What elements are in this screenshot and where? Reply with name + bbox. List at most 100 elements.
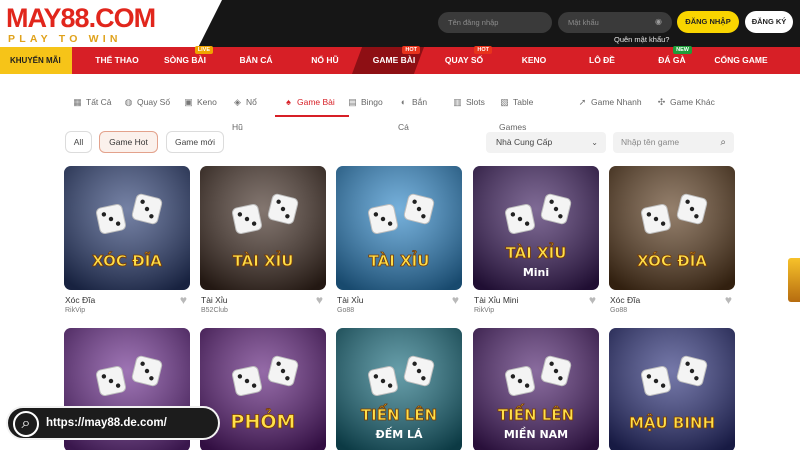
game-art-title: MẬU BINH [629, 412, 715, 432]
provider-select-label: Nhà Cung Cấp [496, 137, 553, 147]
category-tab[interactable]: ▦ Tất Cả [72, 90, 114, 117]
game-art-title: TIẾN LÊN [498, 403, 574, 424]
game-thumbnail[interactable]: XÓC ĐĨA [609, 166, 735, 290]
filter-chip[interactable]: Game Hot [99, 131, 158, 153]
category-tab[interactable]: ✣ Game Khác [656, 90, 716, 117]
nav-item[interactable]: CỔNG GAME [709, 47, 773, 74]
register-button[interactable]: ĐĂNG KÝ [745, 11, 793, 33]
fish-icon: ◐ [400, 97, 407, 107]
nav-badge: HOT [402, 46, 420, 54]
nav-item-label: CỔNG GAME [714, 55, 768, 65]
nav-item-label: SÒNG BÀI [163, 55, 207, 65]
url-text: https://may88.de.com/ [46, 417, 167, 429]
game-title: Tài Xỉu [201, 295, 228, 305]
category-tab[interactable]: ▤ Bingo [347, 90, 387, 117]
heart-icon[interactable]: ♥ [316, 293, 323, 307]
category-tab[interactable]: ◐ Bắn Cá [398, 90, 440, 132]
heart-icon[interactable]: ♥ [589, 293, 596, 307]
game-title: Xóc Đĩa [65, 295, 96, 305]
nav-item-promotions[interactable]: KHUYẾN MÃI [0, 47, 72, 74]
game-thumbnail[interactable]: PHỎM [200, 328, 326, 450]
game-art-title: XÓC ĐĨA [92, 251, 162, 270]
grid-icon: ▦ [73, 97, 82, 107]
provider-select[interactable]: Nhà Cung Cấp ⌄ [486, 132, 606, 153]
game-thumbnail[interactable]: TÀI XỈU [336, 166, 462, 290]
game-art-title: XÓC ĐĨA [637, 251, 707, 270]
game-card[interactable]: XÓC ĐĨA Xóc Đĩa Go88 ♥ [609, 166, 735, 314]
filter-chip[interactable]: All [65, 131, 92, 153]
nav-item[interactable]: GAME BÀI HOT [366, 46, 422, 74]
game-provider: RikVip [474, 307, 495, 314]
category-tab-label: Tất Cả [86, 97, 112, 107]
game-card[interactable]: XÓC ĐĨA Xóc Đĩa RikVip ♥ [64, 166, 190, 314]
game-provider: Go88 [337, 307, 355, 314]
heart-icon[interactable]: ♥ [180, 293, 187, 307]
game-thumbnail[interactable]: TIẾN LÊN ĐẾM LÁ [336, 328, 462, 450]
category-tab[interactable]: ➚ Game Nhanh [577, 90, 643, 117]
game-title: Xóc Đĩa [610, 295, 641, 305]
nav-item[interactable]: SÒNG BÀI LIVE [155, 46, 215, 74]
search-icon[interactable]: ⌕ [720, 132, 726, 153]
nav-item[interactable]: THỂ THAO [87, 47, 147, 74]
keno-icon: ▣ [184, 97, 193, 107]
game-thumbnail[interactable]: MẬU BINH [609, 328, 735, 450]
category-tab[interactable]: ◍ Quay Số [123, 90, 173, 117]
nav-item[interactable]: LÔ ĐỀ [578, 47, 626, 74]
category-tab-label: Game Bài [297, 97, 335, 107]
game-card[interactable]: TÀI XỈU Mini Tài Xỉu Mini RikVip ♥ [473, 166, 599, 314]
nav-item-label: NỔ HŨ [311, 55, 339, 65]
main-nav: KHUYẾN MÃI THỂ THAO SÒNG BÀI LIVE BẮN CÁ NỔ … [0, 46, 800, 74]
slot-icon: ◈ [234, 97, 241, 107]
game-provider: Go88 [610, 307, 628, 314]
nav-badge: LIVE [194, 46, 213, 54]
logo-main: MAY88 [6, 3, 90, 33]
logo-plate: MAY88.COM PLAY TO WIN [0, 0, 222, 53]
logo-suffix: .COM [88, 3, 156, 33]
nav-item[interactable]: BẮN CÁ [228, 47, 284, 74]
game-card[interactable]: TIẾN LÊN ĐẾM LÁ [336, 328, 462, 450]
game-art-title: PHỎM [231, 408, 296, 433]
category-tab[interactable]: ▧ Table Games [499, 90, 563, 132]
game-card[interactable]: TIẾN LÊN MIỀN NAM [473, 328, 599, 450]
nav-badge: HOT [474, 46, 492, 54]
nav-item[interactable]: QUAY SỐ HOT [434, 46, 494, 74]
nav-item[interactable]: ĐÁ GÀ NEW [650, 46, 694, 74]
category-tab[interactable]: ◈ Nổ Hũ [232, 90, 270, 132]
forgot-password-link[interactable]: Quên mật khẩu? [614, 35, 669, 44]
game-card[interactable]: TÀI XỈU Tài Xỉu B52Club ♥ [200, 166, 326, 314]
game-art-subtitle: MIỀN NAM [504, 427, 568, 441]
nav-item[interactable]: NỔ HŨ [300, 47, 350, 74]
category-tab-label: Game Khác [670, 97, 715, 107]
game-card[interactable]: TÀI XỈU Tài Xỉu Go88 ♥ [336, 166, 462, 314]
nav-item-label: GAME BÀI [372, 55, 416, 65]
eye-icon[interactable]: ◉ [655, 17, 665, 27]
slots-icon: ▥ [453, 97, 462, 107]
table-icon: ▧ [500, 97, 509, 107]
game-provider: B52Club [201, 307, 228, 314]
heart-icon[interactable]: ♥ [725, 293, 732, 307]
nav-item-label: QUAY SỐ [444, 55, 484, 65]
login-button[interactable]: ĐĂNG NHẬP [677, 11, 739, 33]
nav-item[interactable]: KENO [512, 47, 556, 74]
category-tab-label: Slots [466, 97, 485, 107]
filter-chip[interactable]: Game mới [166, 131, 224, 153]
game-thumbnail[interactable]: TIẾN LÊN MIỀN NAM [473, 328, 599, 450]
chevron-down-icon: ⌄ [591, 138, 598, 147]
category-tab-label: Bingo [361, 97, 383, 107]
game-thumbnail[interactable]: XÓC ĐĨA [64, 166, 190, 290]
game-card[interactable]: MẬU BINH [609, 328, 735, 450]
category-tab-label: Keno [197, 97, 217, 107]
game-thumbnail[interactable]: TÀI XỈU Mini [473, 166, 599, 290]
game-card[interactable]: PHỎM [200, 328, 326, 450]
logo[interactable]: MAY88.COM [6, 3, 156, 34]
game-search-placeholder: Nhập tên game [621, 137, 680, 147]
game-thumbnail[interactable]: TÀI XỈU [200, 166, 326, 290]
lottery-ball-icon: ◍ [124, 97, 133, 107]
category-tab[interactable]: ▥ Slots [452, 90, 488, 117]
game-search-input[interactable]: Nhập tên game ⌕ [613, 132, 734, 153]
username-input[interactable] [438, 12, 552, 33]
category-tab[interactable]: ♠ Game Bài [275, 90, 349, 117]
nav-item-label: LÔ ĐỀ [589, 55, 615, 65]
category-tab[interactable]: ▣ Keno [183, 90, 219, 117]
heart-icon[interactable]: ♥ [452, 293, 459, 307]
